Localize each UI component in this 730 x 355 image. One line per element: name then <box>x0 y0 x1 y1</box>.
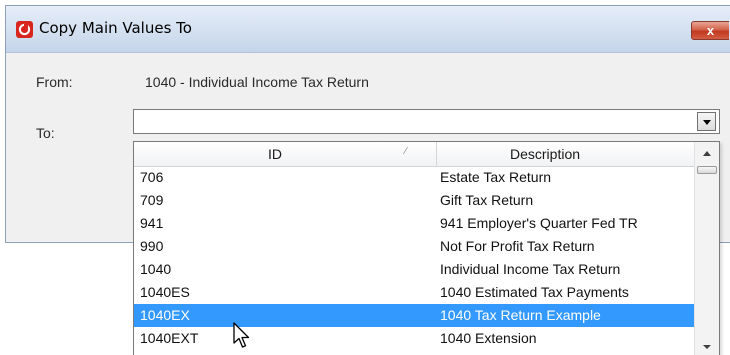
grid-header: ID ⁄ Description <box>134 142 694 167</box>
row-id: 1040EX <box>140 307 190 323</box>
row-id: 1040ES <box>140 284 190 300</box>
list-row-selected[interactable]: 1040EX 1040 Tax Return Example <box>134 304 694 327</box>
app-logo-icon <box>16 21 33 38</box>
chevron-down-icon[interactable] <box>697 112 716 131</box>
scroll-down-arrow-icon[interactable] <box>695 338 719 355</box>
list-row[interactable]: 1040EXT 1040 Extension <box>134 327 694 350</box>
list-row[interactable]: 1040ES 1040 Estimated Tax Payments <box>134 281 694 304</box>
to-label: To: <box>36 125 55 141</box>
scroll-up-arrow-icon[interactable] <box>695 146 719 164</box>
list-row[interactable]: 1040 Individual Income Tax Return <box>134 258 694 281</box>
row-id: 709 <box>140 192 164 208</box>
row-description: 1040 Estimated Tax Payments <box>440 284 629 300</box>
list-row[interactable]: 941 941 Employer's Quarter Fed TR <box>134 212 694 235</box>
from-label: From: <box>36 74 73 90</box>
vertical-scrollbar[interactable] <box>694 142 719 355</box>
row-description: Gift Tax Return <box>440 192 534 208</box>
row-description: Not For Profit Tax Return <box>440 238 595 254</box>
row-description: 941 Employer's Quarter Fed TR <box>440 215 638 231</box>
row-id: 941 <box>140 215 164 231</box>
row-description: 1040 Extension <box>440 330 537 346</box>
list-row[interactable]: 709 Gift Tax Return <box>134 189 694 212</box>
close-icon: x <box>706 23 715 38</box>
row-id: 1040EXT <box>140 330 199 346</box>
row-id: 990 <box>140 238 164 254</box>
scrollbar-thumb[interactable] <box>697 166 717 174</box>
window-title: Copy Main Values To <box>39 19 192 37</box>
row-description: 1040 Tax Return Example <box>440 307 601 323</box>
sort-indicator-icon: ⁄ <box>405 146 407 157</box>
close-button[interactable]: x <box>691 21 729 40</box>
row-id: 706 <box>140 169 164 185</box>
to-combobox[interactable] <box>133 109 720 134</box>
row-description: Estate Tax Return <box>440 169 552 185</box>
list-row[interactable]: 706 Estate Tax Return <box>134 166 694 189</box>
from-value: 1040 - Individual Income Tax Return <box>145 74 369 90</box>
list-row[interactable]: 990 Not For Profit Tax Return <box>134 235 694 258</box>
row-description: Individual Income Tax Return <box>440 261 621 277</box>
column-header-id[interactable]: ID <box>268 146 282 162</box>
mouse-pointer-icon <box>233 322 250 348</box>
column-divider[interactable] <box>436 142 437 166</box>
to-dropdown-list[interactable]: ID ⁄ Description 706 Estate Tax Return 7… <box>133 141 720 355</box>
title-bar[interactable]: Copy Main Values To x <box>6 6 730 53</box>
row-id: 1040 <box>140 261 172 277</box>
column-header-description[interactable]: Description <box>510 146 580 162</box>
